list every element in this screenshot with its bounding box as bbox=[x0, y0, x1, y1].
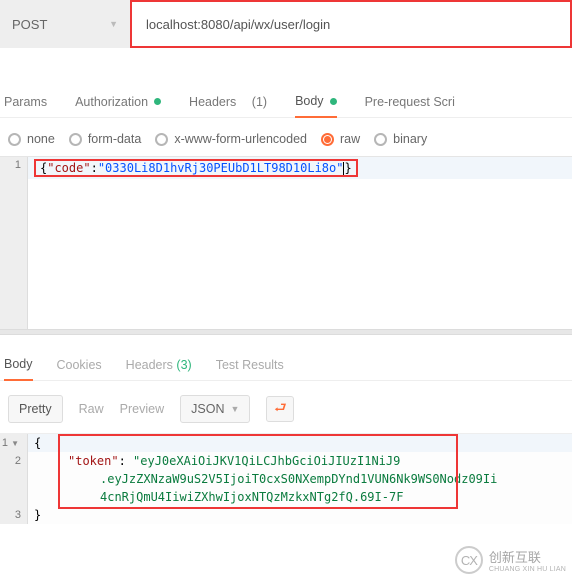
resp-tab-tests[interactable]: Test Results bbox=[216, 350, 284, 380]
tab-params[interactable]: Params bbox=[4, 87, 47, 117]
chevron-down-icon: ▼ bbox=[230, 404, 239, 414]
resp-tab-cookies[interactable]: Cookies bbox=[57, 350, 102, 380]
line-number bbox=[0, 488, 28, 506]
line-number bbox=[0, 470, 28, 488]
request-tabs: Params Authorization Headers (1) Body Pr… bbox=[0, 80, 572, 118]
tab-headers[interactable]: Headers (1) bbox=[189, 87, 267, 117]
body-line[interactable]: {"code":"0330Li8D1hvRj30PEUbD1LT98D10Li8… bbox=[28, 157, 572, 179]
url-text: localhost:8080/api/wx/user/login bbox=[146, 17, 330, 32]
highlighted-body: {"code":"0330Li8D1hvRj30PEUbD1LT98D10Li8… bbox=[34, 159, 358, 177]
line-number: 1 bbox=[0, 157, 28, 179]
status-dot-icon bbox=[330, 98, 337, 105]
watermark: CX 创新互联 CHUANG XIN HU LIAN bbox=[455, 546, 566, 574]
wrap-lines-icon[interactable]: ⮐ bbox=[266, 396, 294, 422]
tab-body[interactable]: Body bbox=[295, 86, 337, 118]
view-preview-button[interactable]: Preview bbox=[120, 402, 164, 416]
method-value: POST bbox=[12, 17, 47, 32]
response-toolbar: Pretty Raw Preview JSON▼ ⮐ bbox=[0, 381, 572, 434]
resp-tab-headers[interactable]: Headers (3) bbox=[126, 350, 192, 380]
radio-icon bbox=[69, 133, 82, 146]
line-number: 1 ▼ bbox=[0, 434, 28, 452]
method-select[interactable]: POST ▼ bbox=[0, 0, 130, 48]
radio-icon bbox=[8, 133, 21, 146]
resp-line: "token": "eyJ0eXAiOiJKV1QiLCJhbGciOiJIUz… bbox=[28, 452, 572, 470]
radio-form-data[interactable]: form-data bbox=[69, 132, 142, 146]
radio-x-www-form-urlencoded[interactable]: x-www-form-urlencoded bbox=[155, 132, 307, 146]
body-type-radios: none form-data x-www-form-urlencoded raw… bbox=[0, 118, 572, 156]
radio-none[interactable]: none bbox=[8, 132, 55, 146]
response-body-editor[interactable]: 1 ▼ { 2 "token": "eyJ0eXAiOiJKV1QiLCJhbG… bbox=[0, 434, 572, 524]
tab-authorization[interactable]: Authorization bbox=[75, 87, 161, 117]
radio-binary[interactable]: binary bbox=[374, 132, 427, 146]
view-raw-button[interactable]: Raw bbox=[79, 402, 104, 416]
tab-prerequest[interactable]: Pre-request Scri bbox=[365, 87, 455, 117]
view-pretty-button[interactable]: Pretty bbox=[8, 395, 63, 423]
radio-icon bbox=[321, 133, 334, 146]
format-select[interactable]: JSON▼ bbox=[180, 395, 250, 423]
fold-icon[interactable]: ▼ bbox=[11, 439, 19, 448]
resp-line: } bbox=[28, 506, 572, 524]
radio-icon bbox=[374, 133, 387, 146]
resp-line: { bbox=[28, 434, 572, 452]
resp-line: 4cnRjQmU4IiwiZXhwIjoxNTQzMzkxNTg2fQ.69I-… bbox=[28, 488, 572, 506]
response-tabs: Body Cookies Headers (3) Test Results bbox=[0, 335, 572, 381]
line-number: 3 bbox=[0, 506, 28, 524]
status-dot-icon bbox=[154, 98, 161, 105]
request-body-editor[interactable]: 1 {"code":"0330Li8D1hvRj30PEUbD1LT98D10L… bbox=[0, 156, 572, 329]
resp-tab-body[interactable]: Body bbox=[4, 349, 33, 381]
logo-icon: CX bbox=[455, 546, 483, 574]
radio-raw[interactable]: raw bbox=[321, 132, 360, 146]
chevron-down-icon: ▼ bbox=[109, 19, 118, 29]
radio-icon bbox=[155, 133, 168, 146]
url-input[interactable]: localhost:8080/api/wx/user/login bbox=[130, 0, 572, 48]
resp-line: .eyJzZXNzaW9uS2V5IjoiT0cxS0NXempDYnd1VUN… bbox=[28, 470, 572, 488]
line-number: 2 bbox=[0, 452, 28, 470]
